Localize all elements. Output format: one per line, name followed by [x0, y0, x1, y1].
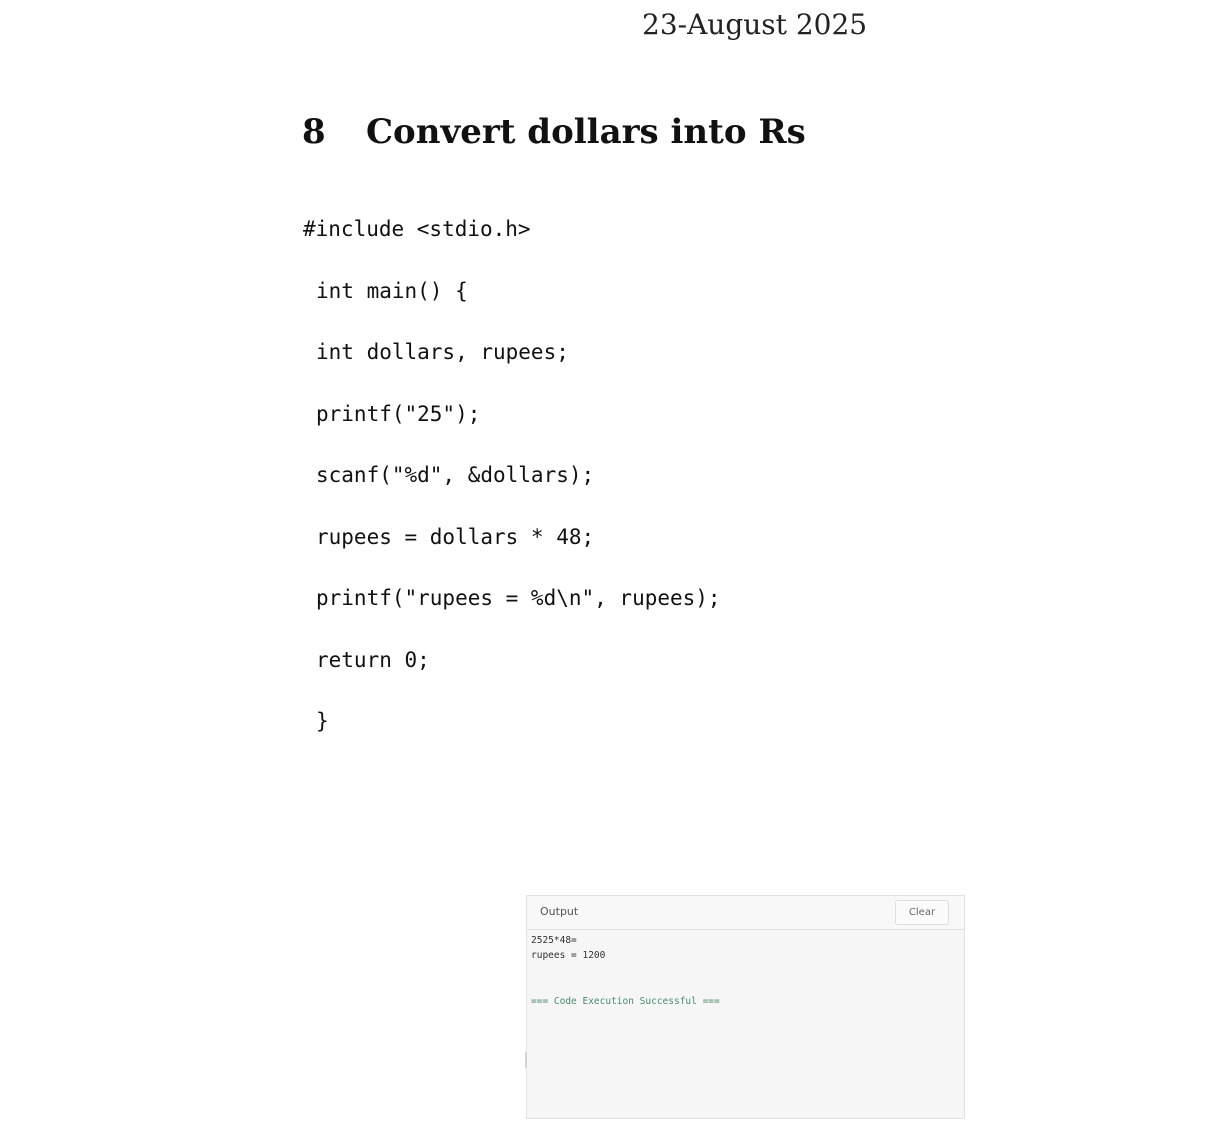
code-line: rupees = dollars * 48; — [316, 524, 595, 549]
code-line: printf("25"); — [316, 401, 481, 426]
output-console: 2525*48= rupees = 1200 === Code Executio… — [527, 930, 964, 1012]
output-title: Output — [540, 905, 579, 918]
clear-button[interactable]: Clear — [895, 900, 949, 925]
code-line: int main() { — [316, 278, 468, 303]
execution-status: === Code Execution Successful === — [531, 996, 720, 1007]
section-title: Convert dollars into Rs — [366, 112, 806, 152]
output-header: Output Clear — [527, 896, 964, 930]
code-line: int dollars, rupees; — [316, 340, 569, 364]
resize-handle[interactable] — [525, 1052, 527, 1068]
code-listing: #include <stdio.h> int main() { int doll… — [303, 212, 721, 766]
code-line: printf("rupees = %d\n", rupees); — [316, 586, 721, 610]
output-line: rupees = 1200 — [531, 950, 606, 961]
output-panel: Output Clear 2525*48= rupees = 1200 === … — [525, 895, 965, 1119]
code-line: } — [316, 709, 329, 733]
code-line: scanf("%d", &dollars); — [316, 463, 595, 487]
section-heading: 8 Convert dollars into Rs — [302, 112, 806, 152]
section-number: 8 — [302, 112, 326, 152]
page-date: 23-August 2025 — [642, 8, 868, 41]
code-line: #include <stdio.h> — [303, 217, 531, 241]
output-line: 2525*48= — [531, 935, 577, 946]
output-spacer — [531, 963, 960, 994]
code-line: return 0; — [316, 647, 430, 672]
